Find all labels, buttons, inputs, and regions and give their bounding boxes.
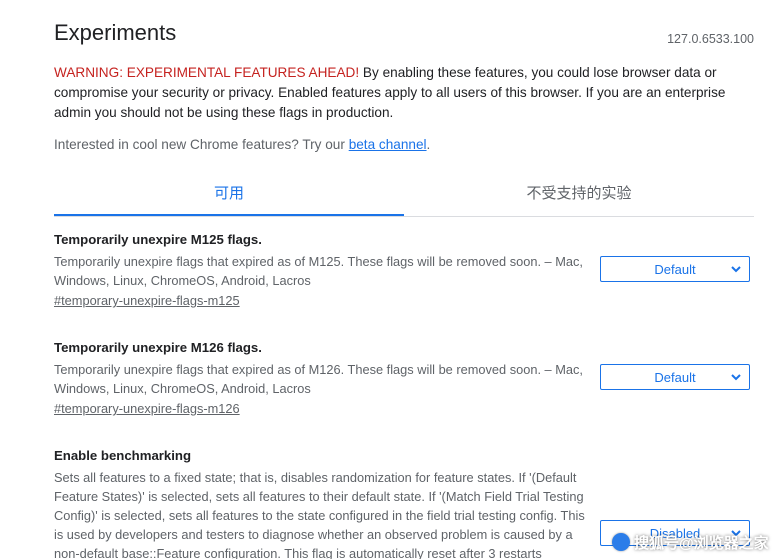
select-value: Default — [654, 261, 696, 277]
promo-text: Interested in cool new Chrome features? … — [54, 137, 349, 152]
flag-description: Temporarily unexpire flags that expired … — [54, 254, 583, 288]
flag-permalink[interactable]: #temporary-unexpire-flags-m125 — [54, 293, 240, 308]
promo-suffix: . — [426, 137, 431, 152]
flag-state-select[interactable]: Default — [600, 364, 750, 390]
beta-channel-link[interactable]: beta channel — [349, 137, 427, 152]
page-header: Experiments 127.0.6533.100 — [54, 20, 754, 46]
flag-name: Temporarily unexpire M126 flags. — [54, 340, 262, 355]
flag-name: Temporarily unexpire M125 flags. — [54, 232, 262, 247]
page-title: Experiments — [54, 20, 177, 45]
flag-description: Temporarily unexpire flags that expired … — [54, 362, 583, 396]
watermark-text: 搜狐号@浏览器之家 — [634, 534, 769, 552]
warning-highlight: WARNING: EXPERIMENTAL FEATURES AHEAD! — [54, 65, 360, 80]
beta-promo: Interested in cool new Chrome features? … — [54, 137, 430, 152]
version-label: 127.0.6533.100 — [667, 32, 754, 46]
watermark: 搜狐号@浏览器之家 — [612, 528, 769, 556]
flag-name: Enable benchmarking — [54, 448, 192, 463]
watermark-logo-icon — [612, 533, 630, 551]
flag-entry-m125: Temporarily unexpire M125 flags. Tempora… — [54, 232, 754, 310]
tab-unavailable[interactable]: 不受支持的实验 — [404, 173, 754, 216]
chevron-down-icon — [731, 374, 741, 381]
warning-message: WARNING: EXPERIMENTAL FEATURES AHEAD! By… — [54, 63, 754, 123]
select-value: Default — [654, 369, 696, 385]
flag-permalink[interactable]: #temporary-unexpire-flags-m126 — [54, 401, 240, 416]
flag-state-select[interactable]: Default — [600, 256, 750, 282]
chevron-down-icon — [731, 266, 741, 273]
flag-description: Sets all features to a fixed state; that… — [54, 470, 585, 559]
tab-bar: 可用 不受支持的实验 — [54, 173, 754, 217]
flag-entry-m126: Temporarily unexpire M126 flags. Tempora… — [54, 340, 754, 418]
tab-available[interactable]: 可用 — [54, 173, 404, 216]
